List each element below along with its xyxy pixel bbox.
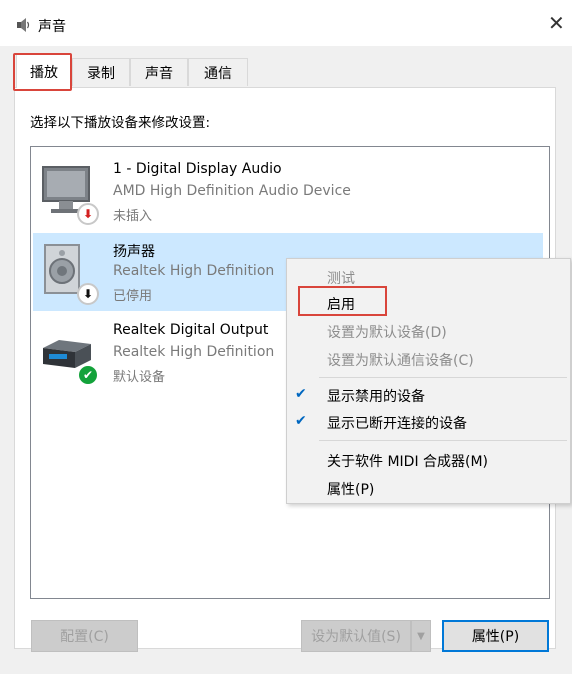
close-icon[interactable]: ✕ (548, 13, 565, 33)
device-status: 已停用 (113, 289, 153, 304)
menu-item-show-disconnected[interactable]: 显示已断开连接的设备 (327, 413, 467, 433)
device-name: 扬声器 (113, 244, 155, 260)
menu-item-set-default[interactable]: 设置为默认设备(D) (327, 322, 447, 342)
set-default-button-label: 设为默认值(S) (311, 629, 401, 645)
menu-item-show-disabled[interactable]: 显示禁用的设备 (327, 386, 425, 406)
device-item-digital-display-audio[interactable]: ⬇ 1 - Digital Display Audio AMD High Def… (33, 153, 543, 231)
tab-sounds[interactable]: 声音 (130, 58, 188, 86)
tab-label: 声音 (145, 65, 173, 82)
instruction-text: 选择以下播放设备来修改设置: (30, 115, 211, 131)
device-status: 默认设备 (113, 370, 166, 385)
device-status: 未插入 (113, 209, 153, 224)
device-name: Realtek Digital Output (113, 322, 269, 338)
speaker-icon (16, 17, 30, 33)
menu-item-test[interactable]: 测试 (327, 268, 355, 288)
menu-separator (319, 440, 567, 441)
enable-highlight-box (298, 286, 387, 316)
properties-button-label: 属性(P) (471, 629, 520, 645)
checkmark-icon: ✔ (295, 386, 307, 402)
properties-button[interactable]: 属性(P) (442, 620, 549, 652)
unplugged-badge-icon: ⬇ (77, 203, 99, 225)
menu-item-midi[interactable]: 关于软件 MIDI 合成器(M) (327, 451, 488, 471)
menu-item-properties[interactable]: 属性(P) (327, 479, 374, 499)
set-default-dropdown-button[interactable]: ▼ (411, 620, 431, 652)
title-bar: 声音 ✕ (0, 0, 572, 46)
device-name: 1 - Digital Display Audio (113, 161, 282, 177)
disabled-badge-icon: ⬇ (77, 283, 99, 305)
default-check-badge-icon: ✔ (77, 364, 99, 386)
device-description: AMD High Definition Audio Device (113, 183, 351, 199)
device-description: Realtek High Definition (113, 263, 275, 279)
checkmark-icon: ✔ (295, 413, 307, 429)
window-title: 声音 (38, 19, 66, 35)
configure-button-label: 配置(C) (60, 629, 109, 645)
menu-separator (319, 377, 567, 378)
menu-item-set-default-communication[interactable]: 设置为默认通信设备(C) (327, 350, 474, 370)
tab-highlight-box (13, 53, 72, 91)
tab-label: 通信 (204, 65, 232, 82)
set-default-button[interactable]: 设为默认值(S) (301, 620, 411, 652)
configure-button[interactable]: 配置(C) (31, 620, 138, 652)
chevron-down-icon: ▼ (417, 630, 425, 642)
device-description: Realtek High Definition (113, 344, 275, 360)
context-menu: 测试 启用 设置为默认设备(D) 设置为默认通信设备(C) ✔ 显示禁用的设备 … (286, 258, 571, 504)
tab-recording[interactable]: 录制 (72, 58, 130, 86)
tab-communications[interactable]: 通信 (188, 58, 248, 86)
tab-label: 录制 (87, 65, 115, 82)
